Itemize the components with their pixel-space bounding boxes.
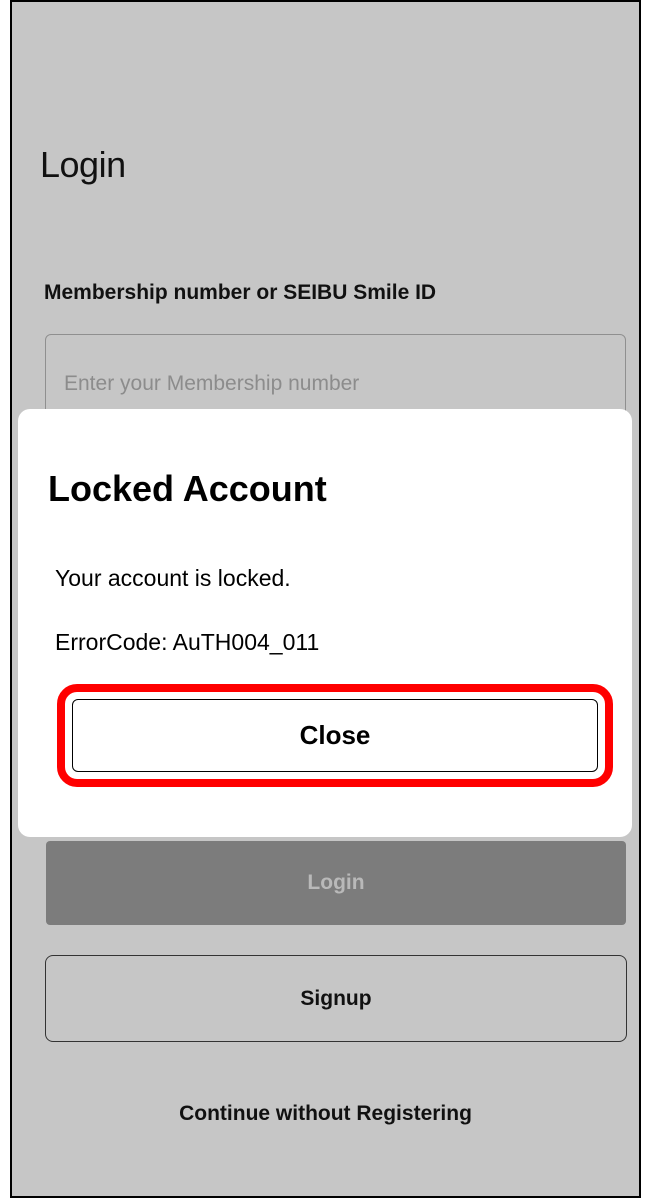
dialog-error-code: ErrorCode: AuTH004_011 <box>55 629 320 655</box>
page-title: Login <box>40 144 126 185</box>
continue-without-registering-link[interactable]: Continue without Registering <box>12 1102 639 1126</box>
dialog-title: Locked Account <box>48 468 327 509</box>
signup-button[interactable]: Signup <box>45 955 627 1042</box>
dialog-message: Your account is locked. <box>55 565 291 591</box>
membership-field-label: Membership number or SEIBU Smile ID <box>44 281 437 304</box>
login-button[interactable]: Login <box>46 841 626 925</box>
close-button[interactable]: Close <box>72 699 598 772</box>
close-button-highlight: Close <box>57 684 613 787</box>
